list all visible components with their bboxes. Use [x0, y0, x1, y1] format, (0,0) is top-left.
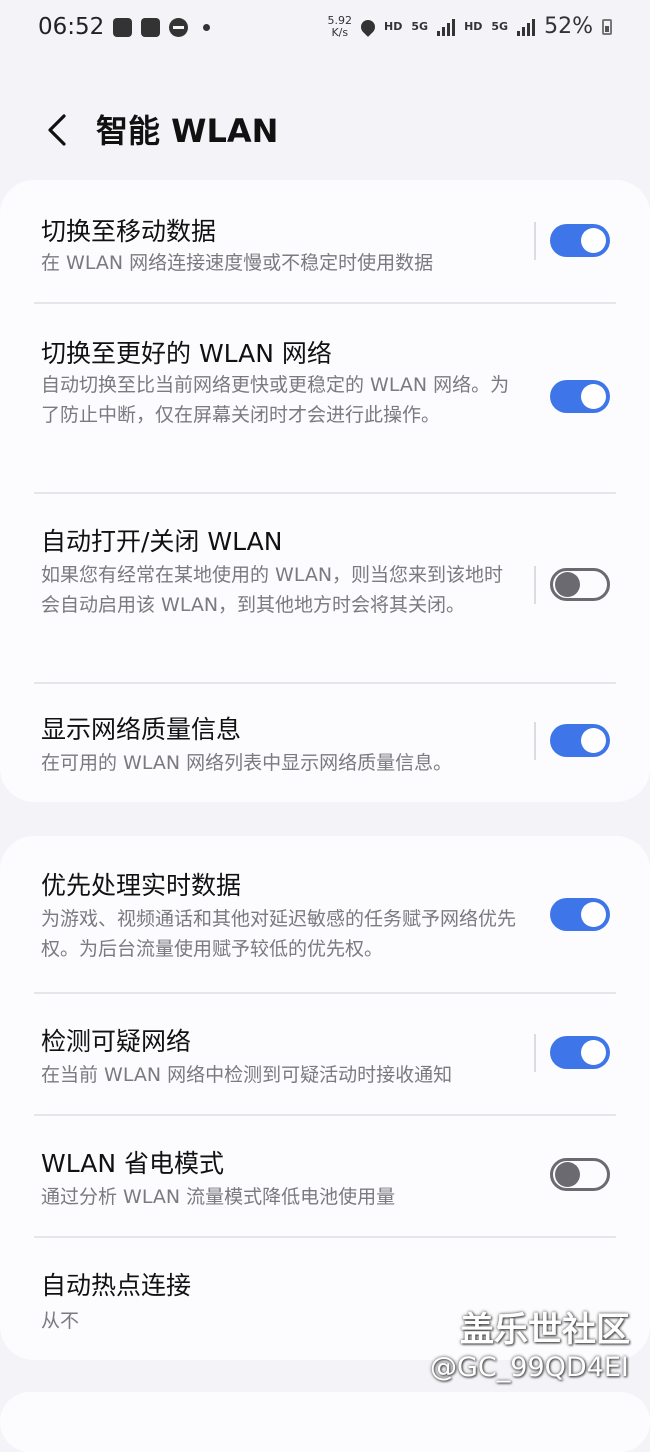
status-bar: 06:52 5.92 K/s HD 5G HD 5G 52%	[0, 0, 650, 58]
network-type-1: 5G	[411, 20, 429, 33]
switch-to-better-wlan-row[interactable]: 切换至更好的 WLAN 网络 自动切换至比当前网络更快或更稳定的 WLAN 网络…	[0, 304, 650, 492]
location-icon	[358, 16, 378, 37]
prioritize-realtime-data-toggle[interactable]	[550, 898, 610, 931]
clock: 06:52	[38, 14, 105, 40]
hd-badge-2: HD	[464, 20, 483, 33]
toggle-knob	[581, 1040, 606, 1065]
wlan-power-saving-row[interactable]: WLAN 省电模式 通过分析 WLAN 流量模式降低电池使用量	[0, 1116, 650, 1236]
network-type-2: 5G	[491, 20, 509, 33]
app-header: 智能 WLAN	[0, 100, 650, 160]
row-description: 如果您有经常在某地使用的 WLAN，则当您来到该地时会自动启用该 WLAN，到其…	[41, 564, 504, 616]
row-description: 在当前 WLAN 网络中检测到可疑活动时接收通知	[41, 1064, 453, 1086]
watermark-user-id: @GC_99QD4EI	[430, 1352, 629, 1383]
battery-icon	[602, 18, 612, 35]
toggle-knob	[555, 1162, 580, 1187]
row-description: 为游戏、视频通话和其他对延迟敏感的任务赋予网络优先权。为后台流量使用赋予较低的优…	[41, 908, 517, 960]
gallery-icon	[113, 17, 133, 37]
watermark-community: 盖乐世社区	[460, 1310, 630, 1350]
more-notifications-icon	[203, 23, 211, 31]
detect-suspicious-networks-row[interactable]: 检测可疑网络 在当前 WLAN 网络中检测到可疑活动时接收通知	[0, 994, 650, 1114]
network-speed-value: 5.92	[327, 13, 353, 27]
back-arrow-icon[interactable]	[42, 112, 72, 148]
row-value: 从不	[41, 1310, 80, 1332]
settings-group-1: 切换至移动数据 在 WLAN 网络连接速度慢或不稳定时使用数据 切换至更好的 W…	[0, 180, 650, 802]
row-title: 自动打开/关闭 WLAN	[41, 527, 283, 556]
show-network-quality-row[interactable]: 显示网络质量信息 在可用的 WLAN 网络列表中显示网络质量信息。	[0, 684, 650, 802]
row-description: 自动切换至比当前网络更快或更稳定的 WLAN 网络。为了防止中断，仅在屏幕关闭时…	[41, 374, 510, 426]
show-network-quality-toggle[interactable]	[550, 724, 610, 757]
row-title: 切换至更好的 WLAN 网络	[41, 339, 332, 368]
signal-icon-1	[437, 18, 456, 36]
settings-group-2: 优先处理实时数据 为游戏、视频通话和其他对延迟敏感的任务赋予网络优先权。为后台流…	[0, 836, 650, 1360]
row-description: 通过分析 WLAN 流量模式降低电池使用量	[41, 1186, 396, 1208]
row-title: 自动热点连接	[41, 1271, 192, 1300]
switch-to-mobile-data-toggle[interactable]	[550, 224, 610, 257]
network-speed: 5.92 K/s	[327, 13, 353, 39]
row-title: 优先处理实时数据	[41, 871, 242, 900]
network-speed-unit: K/s	[331, 25, 349, 39]
switch-to-mobile-data-row[interactable]: 切换至移动数据 在 WLAN 网络连接速度慢或不稳定时使用数据	[0, 180, 650, 302]
row-title: 检测可疑网络	[41, 1027, 192, 1056]
toggle-knob	[581, 902, 606, 927]
row-title: WLAN 省电模式	[41, 1149, 224, 1178]
toggle-knob	[581, 728, 606, 753]
row-title: 显示网络质量信息	[41, 715, 242, 744]
detect-suspicious-networks-toggle[interactable]	[550, 1036, 610, 1069]
vertical-separator	[534, 222, 536, 260]
auto-wlan-on-off-toggle[interactable]	[550, 568, 610, 601]
row-description: 在可用的 WLAN 网络列表中显示网络质量信息。	[41, 752, 453, 774]
prioritize-realtime-data-row[interactable]: 优先处理实时数据 为游戏、视频通话和其他对延迟敏感的任务赋予网络优先权。为后台流…	[0, 836, 650, 992]
toggle-knob	[581, 384, 606, 409]
auto-wlan-on-off-row[interactable]: 自动打开/关闭 WLAN 如果您有经常在某地使用的 WLAN，则当您来到该地时会…	[0, 494, 650, 682]
signal-icon-2	[517, 18, 536, 36]
row-description: 在 WLAN 网络连接速度慢或不稳定时使用数据	[41, 252, 434, 274]
settings-group-3	[0, 1392, 650, 1452]
row-title: 切换至移动数据	[41, 217, 217, 246]
battery-percent: 52%	[544, 14, 593, 39]
switch-to-better-wlan-toggle[interactable]	[550, 380, 610, 413]
wlan-power-saving-toggle[interactable]	[550, 1158, 610, 1191]
toggle-knob	[555, 572, 580, 597]
vertical-separator	[534, 566, 536, 604]
do-not-disturb-icon	[169, 17, 189, 37]
vertical-separator	[534, 722, 536, 760]
store-icon	[141, 17, 161, 37]
page-title: 智能 WLAN	[96, 112, 279, 150]
toggle-knob	[581, 228, 606, 253]
hd-badge-1: HD	[384, 20, 403, 33]
vertical-separator	[534, 1034, 536, 1072]
